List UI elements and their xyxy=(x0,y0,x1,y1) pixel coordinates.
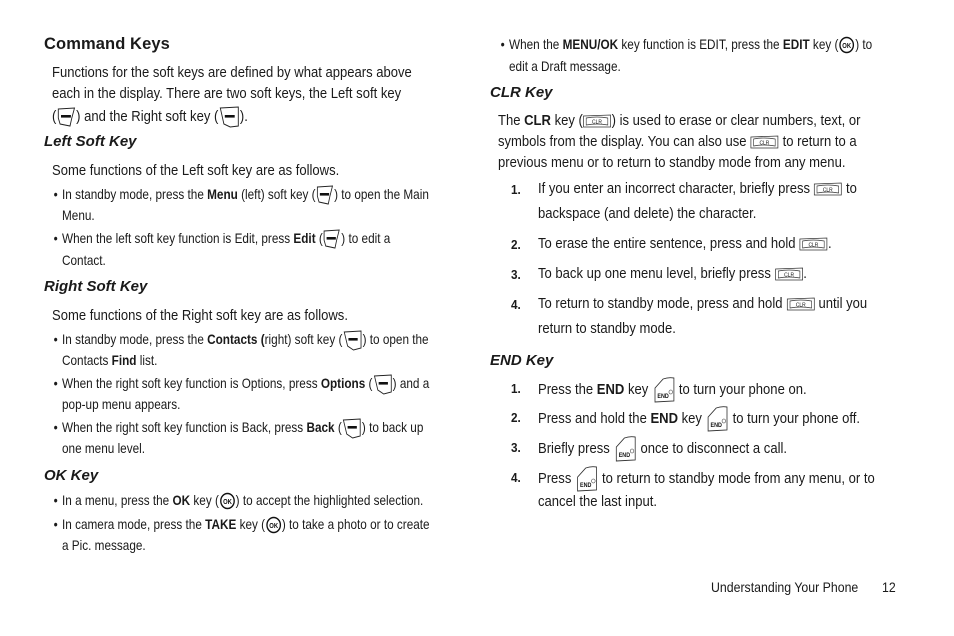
section-heading-ok-key: OK Key xyxy=(44,467,99,484)
right-soft-key-icon xyxy=(342,418,361,439)
numbered-step: 2. To erase the entire sentence, press an… xyxy=(511,236,832,252)
section-heading-left-soft-key: Left Soft Key xyxy=(44,133,137,150)
bullet-continuation: Contacts Find list. xyxy=(62,352,158,368)
clr-paragraph-line: The CLR key (CLR) is used to erase or cl… xyxy=(498,113,861,129)
section-heading-clr-key: CLR Key xyxy=(490,84,553,101)
clr-paragraph-line: previous menu or to return to standby mo… xyxy=(498,155,846,171)
section-intro: Some functions of the Right soft key are… xyxy=(52,308,348,324)
clr-key-icon: CLR xyxy=(799,237,828,251)
intro-line: () and the Right soft key (). xyxy=(52,105,248,129)
clr-key-icon: CLR xyxy=(786,297,815,311)
right-soft-key-icon xyxy=(219,106,239,128)
svg-text:OK: OK xyxy=(269,523,278,531)
numbered-step: 1. Press the END key END to turn your pho… xyxy=(511,376,807,404)
clr-key-icon: CLR xyxy=(583,114,612,128)
bullet-continuation: Contact. xyxy=(62,252,106,268)
end-key-icon: END xyxy=(707,406,728,432)
end-key-icon: END xyxy=(654,377,674,403)
bullet-item: • In camera mode, press the TAKE key (OK)… xyxy=(54,514,430,535)
clr-paragraph-line: symbols from the display. You can also u… xyxy=(498,134,857,150)
bullet-continuation: pop-up menu appears. xyxy=(62,396,181,412)
right-soft-key-icon xyxy=(373,374,392,395)
bullet-continuation: edit a Draft message. xyxy=(509,58,621,74)
clr-key-icon: CLR xyxy=(775,267,803,281)
bullet-item: • In a menu, press the OK key (OK) to acc… xyxy=(54,490,423,511)
bullet-item: • When the MENU/OK key function is EDIT, … xyxy=(501,34,872,55)
svg-text:END: END xyxy=(619,453,630,459)
svg-text:END: END xyxy=(711,423,722,429)
bullet-item: • When the left soft key function is Edit… xyxy=(54,228,390,250)
section-heading-end-key: END Key xyxy=(490,352,554,369)
svg-text:OK: OK xyxy=(223,499,232,507)
svg-text:CLR: CLR xyxy=(823,187,833,193)
left-soft-key-icon xyxy=(57,107,75,127)
svg-text:END: END xyxy=(580,483,591,489)
bullet-continuation: a Pic. message. xyxy=(62,537,146,553)
ok-key-icon: OK xyxy=(219,492,235,510)
bullet-item: • When the right soft key function is Opt… xyxy=(54,373,429,395)
footer-section-title: Understanding Your Phone xyxy=(711,579,859,595)
svg-text:END: END xyxy=(657,394,668,400)
left-soft-key-icon xyxy=(316,185,333,205)
bullet-item: • When the right soft key function is Bac… xyxy=(54,417,423,439)
page-title: Command Keys xyxy=(44,35,170,53)
svg-text:CLR: CLR xyxy=(784,272,794,278)
numbered-step-continuation: cancel the last input. xyxy=(538,494,657,510)
numbered-step: 3. To back up one menu level, briefly pre… xyxy=(511,266,807,282)
numbered-step: 4. To return to standby mode, press and h… xyxy=(511,296,868,312)
ok-key-icon: OK xyxy=(266,516,281,534)
bullet-item: • In standby mode, press the Contacts (ri… xyxy=(54,329,429,351)
page-number: 12 xyxy=(882,579,896,595)
clr-key-icon: CLR xyxy=(814,182,842,196)
bullet-continuation: Menu. xyxy=(62,207,95,223)
bullet-continuation: one menu level. xyxy=(62,440,146,456)
end-key-icon: END xyxy=(577,466,597,492)
end-key-icon: END xyxy=(615,436,636,462)
section-intro: Some functions of the Left soft key are … xyxy=(52,163,340,179)
right-soft-key-icon xyxy=(343,330,362,351)
svg-text:CLR: CLR xyxy=(592,119,602,125)
svg-text:CLR: CLR xyxy=(760,140,770,146)
intro-line: each in the display. There are two soft … xyxy=(52,86,402,102)
left-soft-key-icon xyxy=(324,229,341,249)
numbered-step-continuation: backspace (and delete) the character. xyxy=(538,206,757,222)
svg-text:CLR: CLR xyxy=(809,242,819,248)
numbered-step: 4. Press END to return to standby mode fr… xyxy=(511,465,875,493)
bullet-item: • In standby mode, press the Menu (left) … xyxy=(54,184,429,206)
numbered-step: 2. Press and hold the END key END to turn… xyxy=(511,405,860,433)
numbered-step-continuation: return to standby mode. xyxy=(538,321,676,337)
clr-key-icon: CLR xyxy=(750,135,779,149)
intro-line: Functions for the soft keys are defined … xyxy=(52,65,412,81)
section-heading-right-soft-key: Right Soft Key xyxy=(44,278,148,295)
svg-text:CLR: CLR xyxy=(796,302,806,308)
ok-key-icon: OK xyxy=(839,36,855,54)
numbered-step: 3. Briefly press END once to disconnect a… xyxy=(511,435,787,463)
numbered-step: 1. If you enter an incorrect character, b… xyxy=(511,181,857,197)
svg-text:OK: OK xyxy=(842,43,851,51)
